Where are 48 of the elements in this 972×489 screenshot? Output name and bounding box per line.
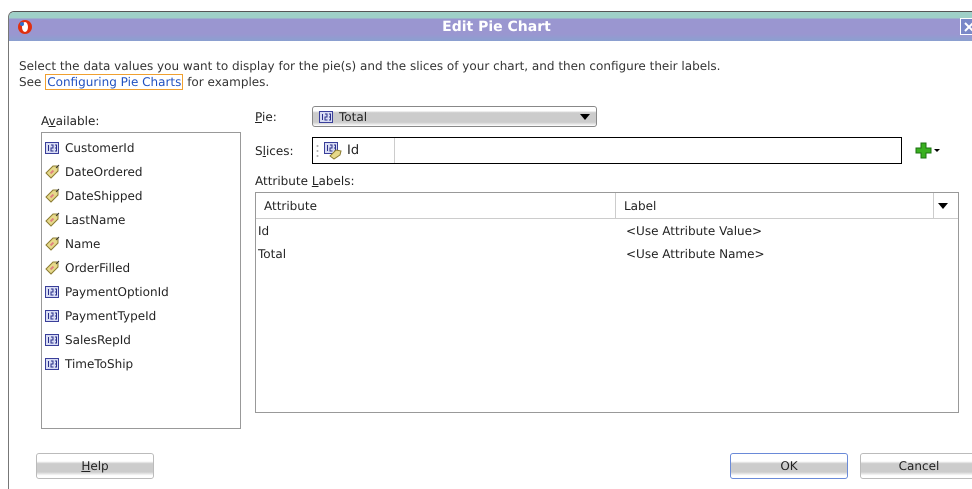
attribute-labels-label: Attribute Labels:	[255, 174, 356, 189]
tag-icon	[44, 260, 60, 276]
add-button[interactable]	[915, 142, 941, 160]
attribute-list-item[interactable]: PaymentOptionId	[65, 285, 169, 299]
number-icon	[319, 110, 333, 122]
tag-icon	[44, 164, 60, 180]
number-icon	[44, 310, 60, 322]
available-label: Available:	[41, 114, 100, 129]
tag-icon	[44, 212, 60, 228]
attribute-list-item[interactable]: PaymentTypeId	[65, 309, 156, 323]
table-cell: Id	[258, 224, 270, 238]
attribute-list-item[interactable]: OrderFilled	[65, 261, 130, 275]
app-logo-icon	[17, 18, 33, 34]
help-link[interactable]: Configuring Pie Charts	[45, 74, 184, 90]
instruction-text: See	[19, 75, 42, 89]
attribute-list-item[interactable]: LastName	[65, 213, 126, 227]
tag-icon	[44, 188, 60, 204]
attribute-list-item[interactable]: SalesRepId	[65, 333, 131, 347]
column-header[interactable]: Label	[616, 193, 934, 218]
instruction-text: Select the data values you want to display for the pie(s) and the slices of your chart, and then configure their labels.	[19, 58, 722, 74]
attribute-list-item[interactable]: Name	[65, 237, 100, 251]
attribute-list-item[interactable]: TimeToShip	[65, 357, 134, 371]
dialog-button[interactable]: Help	[36, 453, 154, 479]
instruction-text: for examples.	[187, 75, 270, 89]
dropdown-arrow-icon	[580, 114, 590, 120]
number-icon	[44, 358, 60, 370]
number-icon	[44, 286, 60, 298]
slice-item[interactable]: Id	[347, 143, 360, 158]
slices-field[interactable]: Id	[312, 137, 902, 164]
column-header[interactable]: Attribute	[256, 193, 616, 218]
attribute-list-item[interactable]: CustomerId	[65, 141, 134, 155]
number-icon	[44, 334, 60, 346]
table-cell: Total	[258, 246, 286, 260]
dropdown-arrow-icon[interactable]	[938, 202, 948, 208]
pie-label: Pie:	[255, 110, 278, 124]
attribute-list-item[interactable]: DateOrdered	[65, 165, 143, 179]
tag-icon	[44, 236, 60, 252]
dialog-button[interactable]: Cancel	[860, 453, 972, 479]
number-icon	[44, 142, 60, 154]
table-cell: <Use Attribute Value>	[626, 224, 762, 238]
table-cell: <Use Attribute Name>	[626, 246, 765, 260]
pie-dropdown[interactable]: Total	[312, 106, 597, 127]
attribute-list-item[interactable]: DateShipped	[65, 189, 142, 203]
grip-icon	[316, 144, 319, 158]
slices-label: Slices:	[255, 144, 295, 158]
number-tag-icon	[324, 142, 342, 160]
window-title: Edit Pie Chart	[442, 18, 551, 34]
dialog-button[interactable]: OK	[730, 453, 848, 479]
